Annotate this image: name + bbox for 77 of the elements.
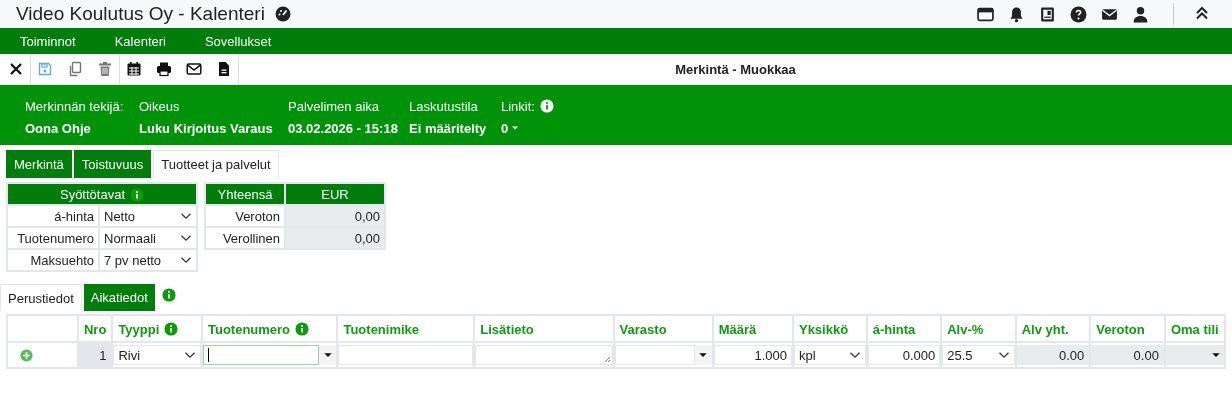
info-icon[interactable] [539,99,554,113]
column-header: Oma tili [1170,321,1219,337]
menu-item[interactable]: Sovellukset [204,33,272,49]
field-label: Oikeus [139,98,180,114]
column-header: Tuotenumero [207,321,291,337]
select-field[interactable]: Rivi [113,345,201,365]
setting-label: Maksuehto [30,252,94,268]
trash-icon[interactable] [97,61,113,77]
bell-icon[interactable] [1008,5,1025,23]
calendar-icon[interactable] [126,61,142,77]
column-header: á-hinta [872,321,916,337]
input-field[interactable]: 0.000 [867,345,941,365]
column-header: Tyyppi [118,321,160,337]
column-header: Tuotenimike [343,321,420,337]
input-field[interactable]: 1.000 [713,345,792,365]
copy-icon[interactable] [67,61,83,77]
input-field[interactable] [338,345,474,365]
column-header: Alv-% [947,321,984,337]
input-field[interactable] [614,345,695,365]
info-icon[interactable] [295,322,310,337]
column-header: Määrä [718,321,757,337]
field-value: Luku Kirjoitus Varaus [139,120,273,136]
document-icon[interactable] [216,61,232,77]
menu-item[interactable]: Kalenteri [114,33,166,49]
total-label: Veroton [235,208,280,224]
window-title: Video Koulutus Oy - Kalenteri [16,3,265,25]
column-header: EUR [321,186,349,202]
total-value: 0,00 [354,230,380,246]
resize-handle-icon[interactable] [603,356,611,363]
tab[interactable]: Toistuvuus [73,150,152,178]
setting-label: Tuotenumero [17,230,94,246]
dashboard-icon[interactable] [274,6,291,22]
chevrons-up-icon[interactable] [1194,4,1210,21]
menu-item[interactable]: Toiminnot [20,33,76,49]
book-icon[interactable] [1039,5,1056,23]
dropdown-button[interactable] [319,345,337,365]
field-value: 03.02.2026 - 15:18 [288,120,398,136]
info-icon[interactable] [164,322,179,337]
field-label: Merkinnän tekijä: [25,98,124,114]
select-field[interactable]: 25.5 [942,345,1015,365]
mail-icon[interactable] [186,61,202,77]
field-value: Oona Ohje [25,120,91,136]
setting-label: á-hinta [54,208,94,224]
column-header: Yksikkö [798,321,849,337]
close-icon[interactable] [8,61,24,77]
column-header: Lisätieto [480,321,534,337]
column-header: Yhteensä [217,186,273,202]
column-header: Varasto [619,321,667,337]
page-title: Merkintä - Muokkaa [675,61,796,77]
field-label: Palvelimen aika [288,98,380,114]
print-icon[interactable] [156,61,172,77]
field-label: Laskutustila [409,98,478,114]
tab[interactable]: Aikatiedot [83,284,155,311]
total-label: Verollinen [222,230,280,246]
tab[interactable]: Perustiedot [0,284,82,311]
total-value: 0,00 [354,208,380,224]
column-header: Alv yht. [1021,321,1069,337]
dropdown-button[interactable] [1207,345,1224,365]
tab[interactable]: Merkintä [6,150,72,178]
info-icon[interactable] [130,187,144,202]
field-value: Ei määritelty [409,120,487,136]
table-header: Syöttötavat [59,187,125,203]
window-icon[interactable] [977,5,994,23]
help-icon[interactable] [1070,5,1087,23]
links-dropdown[interactable]: 0 [501,120,520,136]
user-icon[interactable] [1132,5,1149,23]
caret-down-icon [511,124,520,132]
select-field[interactable]: kpl [793,345,866,365]
row-number: 1 [98,346,108,364]
field-label: Linkit: [501,98,535,114]
tab[interactable]: Tuotteet ja palvelut [153,150,279,178]
info-icon[interactable] [161,288,176,302]
column-header: Nro [84,321,107,337]
readonly-field: 0.00 [1016,345,1090,365]
input-field[interactable] [202,345,320,365]
readonly-field: 0.00 [1091,345,1164,365]
column-header: Veroton [1096,321,1145,337]
